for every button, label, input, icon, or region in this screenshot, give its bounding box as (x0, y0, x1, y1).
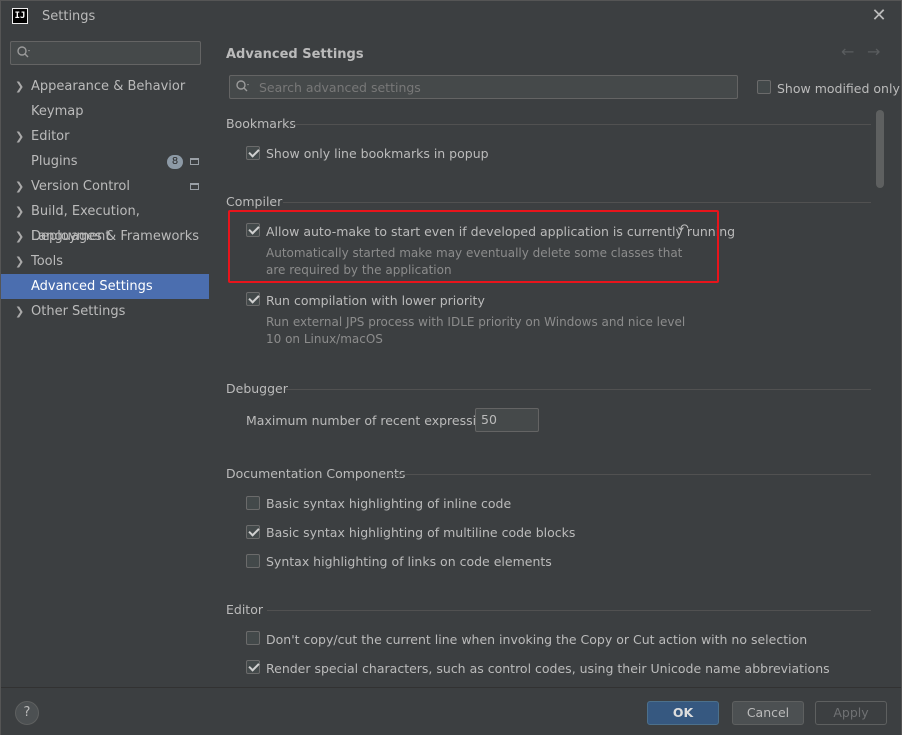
sidebar-item-other-settings[interactable]: ❯ Other Settings (1, 299, 209, 324)
multiline-code-highlight-checkbox[interactable] (246, 525, 260, 539)
cancel-button[interactable]: Cancel (732, 701, 804, 725)
chevron-right-icon: ❯ (15, 255, 25, 268)
render-special-chars-checkbox[interactable] (246, 660, 260, 674)
back-arrow-icon[interactable]: ← (841, 42, 854, 61)
advanced-settings-panel: Advanced Settings ← → Show modified only… (209, 33, 901, 687)
section-divider (293, 124, 871, 125)
chevron-right-icon: ❯ (15, 230, 25, 243)
forward-arrow-icon[interactable]: → (867, 42, 880, 61)
settings-nav-tree: ❯ Appearance & Behavior Keymap ❯ Editor … (1, 74, 209, 324)
intellij-app-icon: IJ (12, 8, 28, 24)
plugins-update-badge: 8 (167, 155, 183, 169)
close-icon[interactable]: ✕ (867, 5, 891, 29)
title-bar: IJ Settings ✕ (1, 1, 901, 33)
max-recent-expressions-input[interactable]: 50 (475, 408, 539, 432)
advanced-search-field[interactable] (229, 75, 738, 99)
bookmarks-line-only-label: Show only line bookmarks in popup (266, 146, 489, 161)
apply-button[interactable]: Apply (815, 701, 887, 725)
sidebar-item-appearance-behavior[interactable]: ❯ Appearance & Behavior (1, 74, 209, 99)
sidebar-item-label: Languages & Frameworks (31, 229, 200, 244)
section-title-editor: Editor (226, 602, 263, 617)
lower-priority-description: Run external JPS process with IDLE prior… (266, 315, 686, 329)
show-modified-label: Show modified only (777, 81, 900, 96)
advanced-search-input[interactable] (259, 78, 729, 96)
sidebar-item-label: Advanced Settings (31, 279, 153, 294)
multiline-code-highlight-label: Basic syntax highlighting of multiline c… (266, 525, 576, 540)
sidebar-item-keymap[interactable]: Keymap (1, 99, 209, 124)
sidebar-item-label: Tools (31, 254, 64, 269)
section-title-compiler: Compiler (226, 194, 283, 209)
copy-cut-line-label: Don't copy/cut the current line when inv… (266, 632, 808, 647)
sidebar-item-label: Plugins (31, 154, 78, 169)
section-divider (267, 610, 871, 611)
dialog-footer: ? OK Cancel Apply (1, 687, 901, 735)
vertical-scrollbar[interactable] (876, 110, 884, 188)
search-icon (17, 46, 30, 58)
bookmarks-line-only-checkbox[interactable] (246, 146, 260, 160)
sidebar-item-editor[interactable]: ❯ Editor (1, 124, 209, 149)
max-recent-expressions-label: Maximum number of recent expressions: (246, 413, 503, 428)
inline-code-highlight-label: Basic syntax highlighting of inline code (266, 496, 512, 511)
sidebar-item-plugins[interactable]: Plugins 8 (1, 149, 209, 174)
lower-priority-description: 10 on Linux/macOS (266, 332, 383, 346)
highlight-annotation-box (228, 210, 719, 283)
chevron-right-icon: ❯ (15, 305, 25, 318)
project-settings-icon (190, 158, 199, 165)
chevron-right-icon: ❯ (15, 80, 25, 93)
project-settings-icon (190, 183, 199, 190)
chevron-right-icon: ❯ (15, 130, 25, 143)
sidebar-item-languages-frameworks[interactable]: ❯ Languages & Frameworks (1, 224, 209, 249)
sidebar-item-advanced-settings[interactable]: Advanced Settings (1, 274, 209, 299)
sidebar-item-label: Editor (31, 129, 70, 144)
search-icon (236, 80, 249, 92)
window-title: Settings (42, 9, 96, 24)
links-highlight-label: Syntax highlighting of links on code ele… (266, 554, 552, 569)
reset-to-default-icon[interactable]: ↶ (678, 222, 692, 237)
ok-button[interactable]: OK (647, 701, 719, 725)
settings-window: IJ Settings ✕ ❯ Appearance & Behavior Ke… (0, 0, 902, 735)
sidebar-item-tools[interactable]: ❯ Tools (1, 249, 209, 274)
render-special-chars-label: Render special characters, such as contr… (266, 661, 830, 676)
help-button[interactable]: ? (15, 701, 39, 725)
lower-priority-compilation-label: Run compilation with lower priority (266, 293, 485, 308)
show-modified-checkbox[interactable] (757, 80, 771, 94)
copy-cut-line-checkbox[interactable] (246, 631, 260, 645)
sidebar-item-label: Appearance & Behavior (31, 79, 186, 94)
settings-sidebar: ❯ Appearance & Behavior Keymap ❯ Editor … (1, 33, 209, 687)
sidebar-item-build-execution-deployment[interactable]: ❯ Build, Execution, Deployment (1, 199, 209, 244)
sidebar-item-label: Version Control (31, 179, 130, 194)
section-divider (283, 202, 871, 203)
sidebar-item-label: Keymap (31, 104, 84, 119)
section-title-documentation-components: Documentation Components (226, 466, 406, 481)
links-highlight-checkbox[interactable] (246, 554, 260, 568)
sidebar-search-input[interactable] (10, 41, 201, 65)
inline-code-highlight-checkbox[interactable] (246, 496, 260, 510)
chevron-right-icon: ❯ (15, 180, 25, 193)
section-divider (285, 389, 871, 390)
section-title-debugger: Debugger (226, 381, 288, 396)
chevron-right-icon: ❯ (15, 205, 25, 218)
sidebar-item-label: Other Settings (31, 304, 126, 319)
lower-priority-compilation-checkbox[interactable] (246, 292, 260, 306)
page-title: Advanced Settings (226, 47, 364, 62)
section-divider (389, 474, 871, 475)
sidebar-item-version-control[interactable]: ❯ Version Control (1, 174, 209, 199)
section-title-bookmarks: Bookmarks (226, 116, 296, 131)
